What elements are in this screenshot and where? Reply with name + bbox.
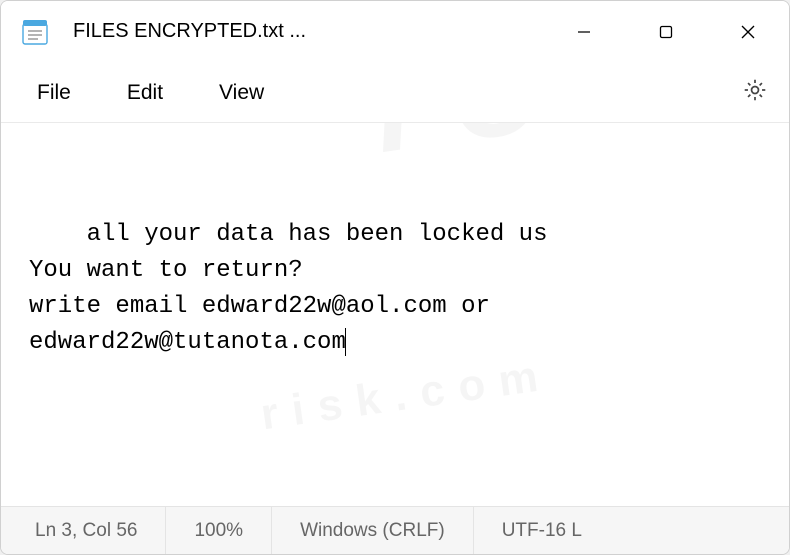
minimize-button[interactable] (543, 1, 625, 63)
menu-edit[interactable]: Edit (99, 71, 191, 115)
statusbar: Ln 3, Col 56 100% Windows (CRLF) UTF-16 … (1, 506, 789, 554)
menubar: File Edit View (1, 63, 789, 123)
status-eol[interactable]: Windows (CRLF) (272, 507, 474, 554)
status-zoom[interactable]: 100% (166, 507, 272, 554)
window-title: FILES ENCRYPTED.txt ... (73, 20, 543, 43)
menu-view[interactable]: View (191, 71, 292, 115)
notepad-icon (21, 18, 49, 46)
menu-file[interactable]: File (9, 71, 99, 115)
titlebar: FILES ENCRYPTED.txt ... (1, 1, 789, 63)
close-button[interactable] (707, 1, 789, 63)
text-editor-area[interactable]: PC risk.com all your data has been locke… (1, 123, 789, 506)
maximize-button[interactable] (625, 1, 707, 63)
gear-icon (742, 77, 768, 108)
window-controls (543, 1, 789, 62)
status-encoding[interactable]: UTF-16 L (474, 507, 610, 554)
notepad-window: FILES ENCRYPTED.txt ... File Edit View (0, 0, 790, 555)
settings-button[interactable] (729, 70, 781, 116)
editor-content: all your data has been locked us You wan… (29, 221, 547, 356)
status-cursor[interactable]: Ln 3, Col 56 (1, 507, 166, 554)
